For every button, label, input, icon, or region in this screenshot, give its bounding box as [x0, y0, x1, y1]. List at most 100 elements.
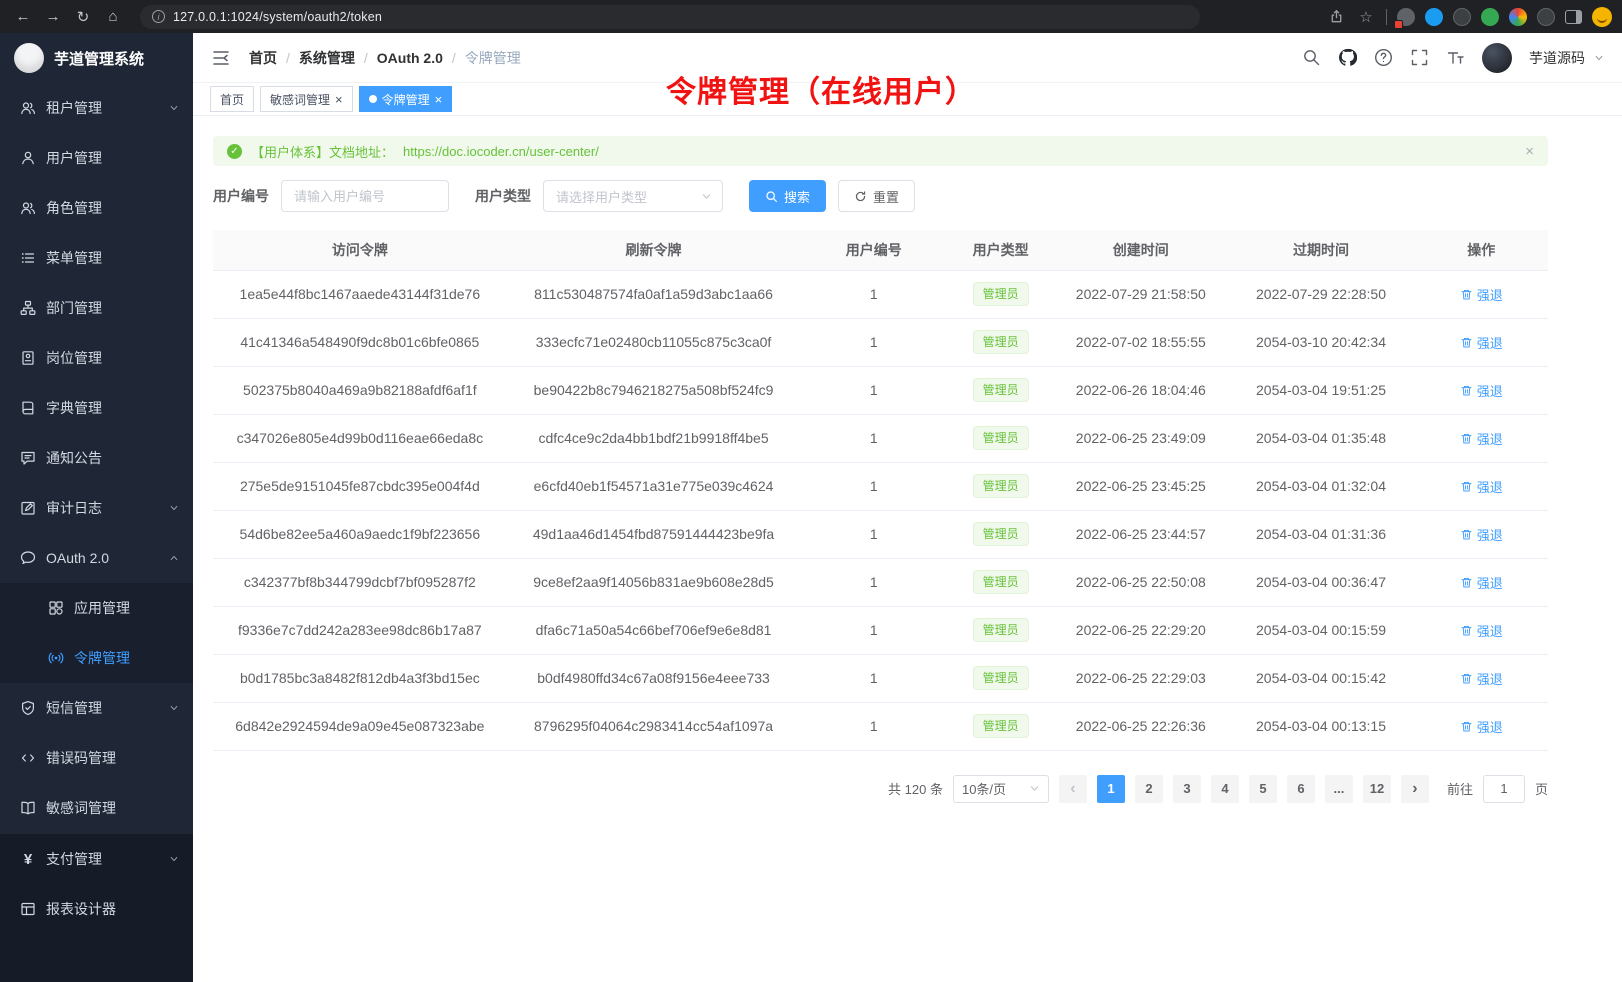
page-button-3[interactable]: 3	[1173, 775, 1201, 803]
alert-close-icon[interactable]: ×	[1525, 143, 1534, 160]
expire-time-cell: 2054-03-04 01:31:36	[1228, 510, 1415, 558]
bookmark-star-icon[interactable]: ☆	[1356, 7, 1376, 27]
sidebar-item-error-code[interactable]: 错误码管理	[0, 733, 193, 783]
force-logout-button[interactable]: 强退	[1460, 429, 1503, 448]
sidebar-fold-icon[interactable]	[211, 48, 231, 68]
fullscreen-icon[interactable]	[1410, 48, 1429, 67]
browser-home-icon[interactable]: ⌂	[100, 5, 126, 29]
active-dot-icon	[369, 95, 377, 103]
actions-cell: 强退	[1414, 654, 1548, 702]
sidebar-item-notice[interactable]: 通知公告	[0, 433, 193, 483]
sidebar-item-report-designer[interactable]: 报表设计器	[0, 884, 193, 934]
side-panel-icon[interactable]	[1565, 10, 1582, 24]
reset-button[interactable]: 重置	[838, 180, 915, 212]
sidebar-item-role[interactable]: 角色管理	[0, 183, 193, 233]
access-token-cell: f9336e7c7dd242a283ee98dc86b17a87	[213, 606, 507, 654]
sidebar-item-sensitive-word[interactable]: 敏感词管理	[0, 783, 193, 833]
page-size-select[interactable]: 10条/页	[953, 775, 1049, 803]
prev-page-button[interactable]: ‹	[1059, 775, 1087, 803]
tab-sensitive-word[interactable]: 敏感词管理 ×	[260, 86, 353, 112]
caret-down-icon[interactable]	[1594, 53, 1604, 63]
breadcrumb-home[interactable]: 首页	[249, 48, 277, 68]
extension-icon-colorful[interactable]	[1509, 8, 1527, 26]
page-button-12[interactable]: 12	[1363, 775, 1391, 803]
page-button-2[interactable]: 2	[1135, 775, 1163, 803]
user-id-cell: 1	[800, 366, 947, 414]
extension-icon-badged[interactable]	[1397, 8, 1415, 26]
extension-icon-dark-1[interactable]	[1453, 8, 1471, 26]
share-icon[interactable]	[1326, 7, 1346, 27]
github-icon[interactable]	[1338, 48, 1357, 67]
sidebar-item-oauth2-client[interactable]: 应用管理	[0, 583, 193, 633]
app-title: 芋道管理系统	[54, 48, 144, 69]
force-logout-button[interactable]: 强退	[1460, 573, 1503, 592]
refresh-token-cell: 8796295f04064c2983414cc54af1097a	[507, 702, 801, 750]
extension-icon-dark-2[interactable]	[1537, 8, 1555, 26]
page-button-6[interactable]: 6	[1287, 775, 1315, 803]
close-icon[interactable]: ×	[335, 93, 343, 106]
user-id-input[interactable]	[281, 180, 449, 212]
close-icon[interactable]: ×	[435, 93, 443, 106]
user-id-cell: 1	[800, 270, 947, 318]
doc-link[interactable]: https://doc.iocoder.cn/user-center/	[403, 144, 599, 159]
search-icon[interactable]	[1302, 48, 1321, 67]
force-logout-button[interactable]: 强退	[1460, 621, 1503, 640]
refresh-token-cell: dfa6c71a50a54c66bef706ef9e6e8d81	[507, 606, 801, 654]
sidebar-item-post[interactable]: 岗位管理	[0, 333, 193, 383]
sidebar-item-dept[interactable]: 部门管理	[0, 283, 193, 333]
filter-form: 用户编号 用户类型 请选择用户类型 搜索 重置	[213, 180, 1548, 212]
force-logout-button[interactable]: 强退	[1460, 669, 1503, 688]
browser-reload-icon[interactable]: ↻	[70, 5, 96, 29]
next-page-button[interactable]: ›	[1401, 775, 1429, 803]
table-row: 502375b8040a469a9b82188afdf6af1f be90422…	[213, 366, 1548, 414]
user-type-select[interactable]: 请选择用户类型	[543, 180, 723, 212]
sidebar-item-oauth2[interactable]: OAuth 2.0	[0, 533, 193, 583]
sidebar-item-pay[interactable]: ¥ 支付管理	[0, 834, 193, 884]
actions-cell: 强退	[1414, 318, 1548, 366]
breadcrumb-current: 令牌管理	[465, 48, 521, 68]
address-bar[interactable]: i 127.0.0.1:1024/system/oauth2/token	[140, 5, 1200, 29]
yen-icon: ¥	[20, 851, 36, 868]
access-token-cell: c347026e805e4d99b0d116eae66eda8c	[213, 414, 507, 462]
username-label[interactable]: 芋道源码	[1529, 48, 1585, 68]
font-size-icon[interactable]	[1446, 48, 1465, 67]
search-button[interactable]: 搜索	[749, 180, 826, 212]
page-button-4[interactable]: 4	[1211, 775, 1239, 803]
refresh-token-cell: b0df4980ffd34c67a08f9156e4eee733	[507, 654, 801, 702]
force-logout-button[interactable]: 强退	[1460, 477, 1503, 496]
breadcrumb-oauth2[interactable]: OAuth 2.0	[377, 50, 443, 66]
force-logout-button[interactable]: 强退	[1460, 525, 1503, 544]
force-logout-button[interactable]: 强退	[1460, 333, 1503, 352]
url-text: 127.0.0.1:1024/system/oauth2/token	[173, 10, 382, 24]
help-icon[interactable]	[1374, 48, 1393, 67]
access-token-cell: 41c41346a548490f9dc8b01c6bfe0865	[213, 318, 507, 366]
sidebar-item-dict[interactable]: 字典管理	[0, 383, 193, 433]
breadcrumb-system[interactable]: 系统管理	[299, 48, 355, 68]
page-button-1[interactable]: 1	[1097, 775, 1125, 803]
header-actions: 芋道源码	[1302, 43, 1604, 73]
browser-back-icon[interactable]: ←	[10, 5, 36, 29]
access-token-cell: 502375b8040a469a9b82188afdf6af1f	[213, 366, 507, 414]
sidebar-item-oauth2-token[interactable]: 令牌管理	[0, 633, 193, 683]
extension-icon-blue[interactable]	[1425, 8, 1443, 26]
sidebar-item-user[interactable]: 用户管理	[0, 133, 193, 183]
browser-forward-icon[interactable]: →	[40, 5, 66, 29]
site-info-icon[interactable]: i	[152, 10, 165, 23]
create-time-cell: 2022-06-26 18:04:46	[1054, 366, 1228, 414]
more-pages-button[interactable]: ...	[1325, 775, 1353, 803]
force-logout-button[interactable]: 强退	[1460, 381, 1503, 400]
profile-avatar-icon[interactable]	[1592, 7, 1612, 27]
sidebar-item-audit-log[interactable]: 审计日志	[0, 483, 193, 533]
page-button-5[interactable]: 5	[1249, 775, 1277, 803]
sidebar-item-menu[interactable]: 菜单管理	[0, 233, 193, 283]
force-logout-button[interactable]: 强退	[1460, 285, 1503, 304]
sidebar-item-tenant[interactable]: 租户管理	[0, 83, 193, 133]
extension-icon-green[interactable]	[1481, 8, 1499, 26]
user-avatar[interactable]	[1482, 43, 1512, 73]
app-logo[interactable]: 芋道管理系统	[0, 33, 193, 83]
tab-home[interactable]: 首页	[210, 86, 254, 112]
goto-page-input[interactable]	[1483, 775, 1525, 803]
force-logout-button[interactable]: 强退	[1460, 717, 1503, 736]
sidebar-item-sms[interactable]: 短信管理	[0, 683, 193, 733]
tab-token[interactable]: 令牌管理 ×	[359, 86, 453, 112]
